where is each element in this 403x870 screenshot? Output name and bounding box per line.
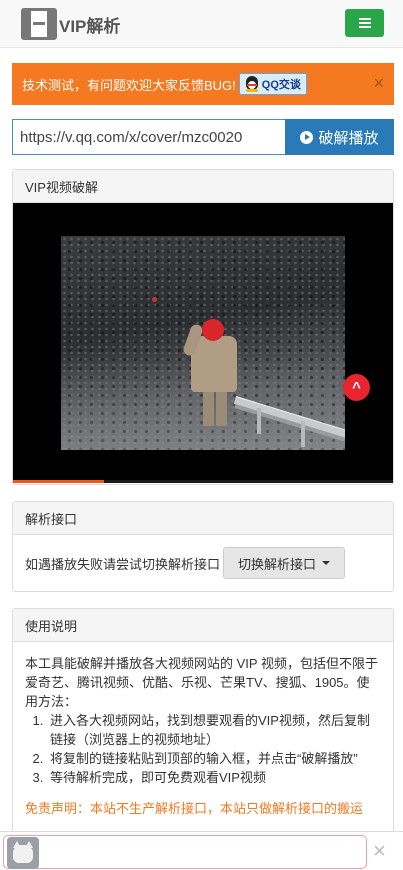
usage-step: 将复制的链接粘贴到顶部的输入框，并点击“破解播放” — [47, 749, 381, 768]
usage-steps: 进入各大视频网站，找到想要观看的VIP视频，然后复制链接（浏览器上的视频地址） … — [25, 711, 381, 787]
video-panel: VIP视频破解 ^ — [12, 169, 394, 485]
url-input-group: 破解播放 — [12, 119, 394, 155]
film-icon — [21, 8, 57, 40]
navbar: VIP解析 — [0, 0, 403, 48]
cat-avatar-icon — [7, 837, 39, 869]
usage-panel: 使用说明 本工具能破解并播放各大视频网站的 VIP 视频，包括但不限于爱奇艺、腾… — [12, 608, 394, 848]
brand-link[interactable]: VIP解析 — [21, 8, 120, 40]
video-progress-fill — [13, 480, 105, 483]
alert-close-icon[interactable]: × — [373, 73, 384, 93]
video-url-input[interactable] — [12, 119, 285, 155]
play-circle-icon — [300, 130, 314, 144]
switch-interface-label: 切换解析接口 — [238, 556, 317, 572]
hamburger-icon — [358, 18, 371, 28]
chevron-up-icon[interactable]: ^ — [343, 374, 370, 401]
bottom-float-bar: × — [0, 831, 403, 870]
qq-penguin-icon — [245, 76, 259, 92]
video-frame — [61, 236, 345, 450]
disclaimer-text: 免责声明：本站不生产解析接口，本站只做解析接口的搬运 — [25, 801, 364, 816]
caret-down-icon — [322, 561, 331, 565]
switch-interface-dropdown[interactable]: 切换解析接口 — [223, 547, 346, 579]
bottom-close-icon[interactable]: × — [373, 838, 386, 864]
video-player[interactable]: ^ — [13, 203, 393, 483]
crack-play-button[interactable]: 破解播放 — [285, 119, 394, 155]
usage-step: 进入各大视频网站，找到想要观看的VIP视频，然后复制链接（浏览器上的视频地址） — [47, 711, 381, 749]
video-progress-bar[interactable] — [13, 480, 393, 483]
usage-panel-heading: 使用说明 — [13, 609, 393, 642]
qq-chat-button[interactable]: QQ交谈 — [238, 73, 307, 95]
usage-intro: 本工具能破解并播放各大视频网站的 VIP 视频，包括但不限于爱奇艺、腾讯视频、优… — [25, 656, 378, 709]
brand-title: VIP解析 — [59, 16, 121, 36]
crack-play-label: 破解播放 — [318, 129, 379, 147]
video-panel-heading: VIP视频破解 — [13, 170, 393, 203]
notice-alert: 技术测试，有问题欢迎大家反馈BUG! QQ交谈 × — [12, 63, 394, 105]
interface-panel: 解析接口 如遇播放失败请尝试切换解析接口 切换解析接口 — [12, 501, 394, 592]
menu-toggle-button[interactable] — [345, 9, 384, 37]
qq-chat-label: QQ交谈 — [261, 79, 301, 91]
bottom-message-input[interactable] — [3, 835, 367, 869]
interface-hint: 如遇播放失败请尝试切换解析接口 — [25, 556, 221, 572]
interface-panel-heading: 解析接口 — [13, 502, 393, 535]
usage-step: 等待解析完成，即可免费观看VIP视频 — [47, 768, 381, 787]
alert-message: 技术测试，有问题欢迎大家反馈BUG! — [22, 77, 236, 93]
